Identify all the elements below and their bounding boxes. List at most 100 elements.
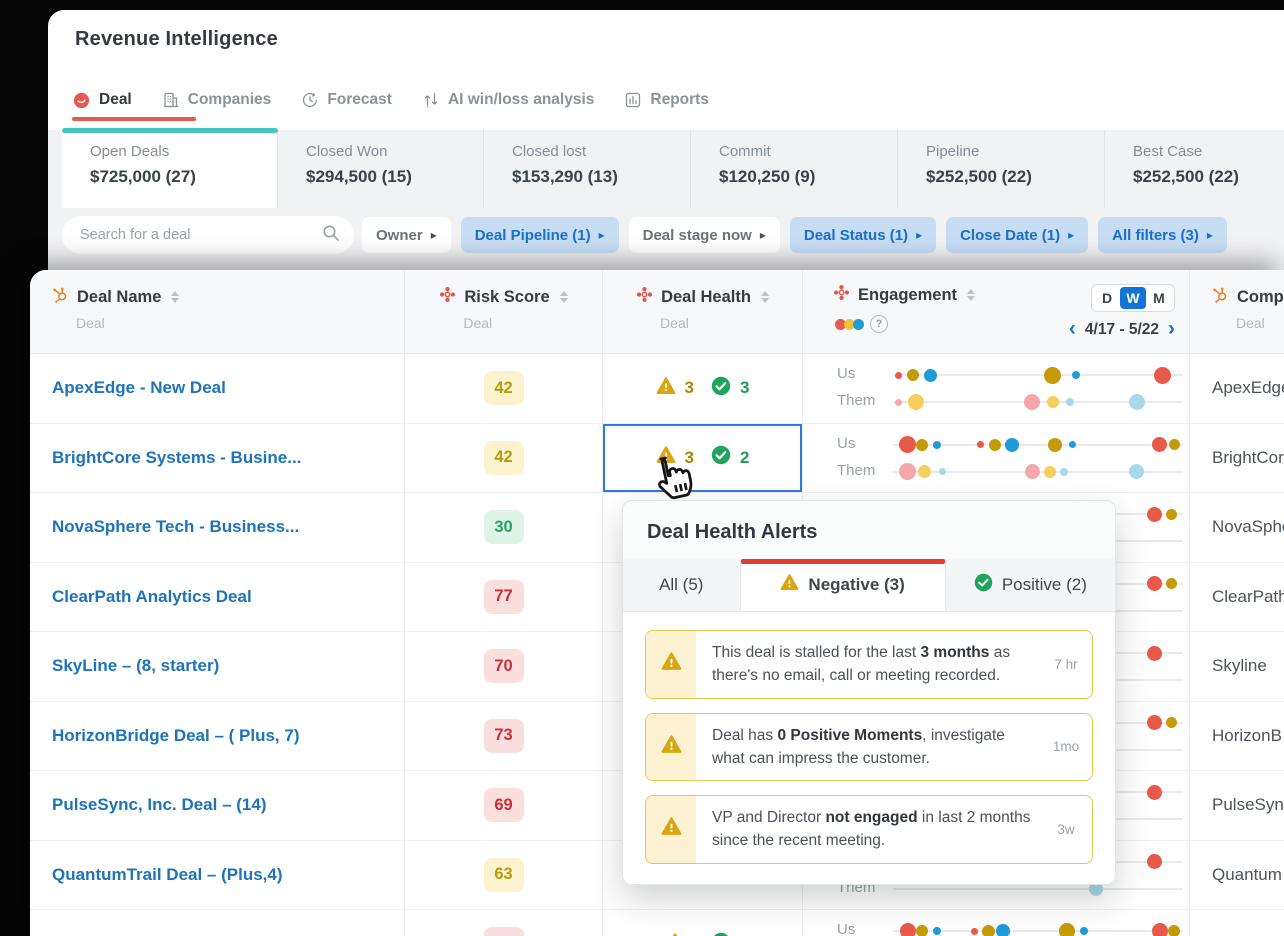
engagement-dot (899, 436, 916, 453)
search-input[interactable]: Search for a deal (62, 216, 354, 254)
deal-name-link[interactable]: ClearPath Analytics Deal (30, 562, 405, 631)
legend-dots (835, 318, 864, 330)
warning-icon (665, 932, 685, 936)
column-title: Company Name (1237, 287, 1284, 306)
company-name-cell: ClearPath (1212, 586, 1284, 606)
column-header-risk-score[interactable]: Risk Score Deal (405, 270, 603, 353)
app-header-card: Revenue Intelligence Deal Companies Foreca… (48, 10, 1284, 270)
engagement-dot (895, 398, 903, 406)
engagement-side-label: Them (837, 461, 876, 479)
popup-tab-positive-2-[interactable]: Positive (2) (945, 559, 1116, 611)
deal-health-cell[interactable]: 32 (603, 423, 803, 492)
engagement-dot (916, 925, 928, 936)
engagement-side-label: Us (837, 365, 856, 382)
filter-chip-close-date-1-[interactable]: Close Date (1) ▸ (946, 217, 1089, 253)
summary-card-open-deals[interactable]: Open Deals $725,000 (27) (62, 130, 277, 208)
sort-icon[interactable] (967, 289, 976, 301)
summary-card-closed-lost[interactable]: Closed lost $153,290 (13) (483, 130, 690, 208)
tab-forecast[interactable]: Forecast (301, 91, 392, 109)
column-header-deal-health[interactable]: Deal Health Deal (603, 270, 803, 353)
summary-card-best-case[interactable]: Best Case $252,500 (22) (1104, 130, 1284, 208)
warning-icon (661, 816, 682, 842)
check-icon (711, 376, 731, 401)
period-w-button[interactable]: W (1120, 287, 1146, 309)
active-summary-card-indicator (62, 128, 278, 133)
column-header-deal-name[interactable]: Deal Name Deal (30, 270, 405, 353)
deal-name-link[interactable]: ApexEdge - New Deal (30, 354, 405, 423)
filter-chip-label: Close Date (1) (960, 226, 1061, 244)
summary-card-pipeline[interactable]: Pipeline $252,500 (22) (897, 130, 1104, 208)
engagement-dot (1069, 441, 1077, 448)
tab-companies[interactable]: Companies (162, 91, 271, 109)
column-subtitle: Deal (76, 315, 105, 331)
period-d-button[interactable]: D (1094, 287, 1120, 309)
next-range-icon[interactable]: › (1168, 318, 1175, 339)
check-icon (711, 932, 731, 936)
alert-message: This deal is stalled for the last 3 mont… (712, 644, 1011, 685)
engagement-dot (1151, 923, 1168, 936)
sort-icon[interactable] (760, 291, 769, 303)
deal-name-link[interactable]: QuantumTrail Deal – (Plus,4) (30, 840, 405, 909)
screen: Revenue Intelligence Deal Companies Foreca… (0, 0, 1284, 936)
summary-card-label: Closed lost (512, 143, 587, 160)
tab-label: Reports (650, 91, 709, 108)
prev-range-icon[interactable]: ‹ (1069, 318, 1076, 339)
tab-reports[interactable]: Reports (624, 91, 709, 109)
warning-icon (661, 651, 682, 677)
company-name-cell: ApexEdge (1212, 378, 1284, 398)
deal-name-link[interactable]: NovaSphere Tech - Business... (30, 493, 405, 562)
popup-tab-all-5-[interactable]: All (5) (623, 559, 741, 611)
search-placeholder: Search for a deal (80, 227, 191, 243)
risk-score-cell: 69 (405, 771, 603, 840)
column-title: Risk Score (464, 287, 550, 306)
engagement-dot (938, 468, 946, 475)
engagement-side-label: Them (837, 392, 876, 409)
summary-card-closed-won[interactable]: Closed Won $294,500 (15) (277, 130, 483, 208)
alert-card[interactable]: VP and Director not engaged in last 2 mo… (645, 795, 1093, 864)
engagement-track (893, 394, 1183, 410)
filter-chip-owner[interactable]: Owner ▸ (362, 217, 451, 253)
company-name-cell: Quantum (1212, 864, 1282, 884)
engagement-dot (976, 441, 984, 448)
deal-name-link[interactable]: HorizonBridge Deal – ( Plus, 7) (30, 701, 405, 770)
alert-card[interactable]: Deal has 0 Positive Moments, investigate… (645, 712, 1093, 781)
popup-tabs: All (5) Negative (3) Positive (2) (623, 559, 1116, 612)
popup-tab-negative-3-[interactable]: Negative (3) (740, 559, 946, 611)
sort-icon[interactable] (559, 291, 568, 303)
summary-card-commit[interactable]: Commit $120,250 (9) (690, 130, 897, 208)
engagement-dot (1146, 506, 1162, 522)
alert-message: VP and Director not engaged in last 2 mo… (712, 809, 1031, 850)
filter-chip-deal-stage-now[interactable]: Deal stage now ▸ (628, 217, 780, 253)
column-header-company[interactable]: Company Name Deal (1190, 270, 1284, 353)
deal-name-link[interactable] (30, 910, 405, 936)
alert-icon-strip (646, 796, 696, 863)
engagement-dot (988, 438, 1001, 451)
help-icon[interactable]: ? (870, 315, 888, 333)
filter-chip-all-filters-3-[interactable]: All filters (3) ▸ (1098, 217, 1227, 253)
engagement-track (893, 436, 1183, 453)
alert-card[interactable]: This deal is stalled for the last 3 mont… (645, 630, 1093, 699)
subheader-zone: Open Deals $725,000 (27) Closed Won $294,50… (48, 128, 1284, 270)
filter-chip-deal-pipeline-1-[interactable]: Deal Pipeline (1) ▸ (460, 217, 619, 253)
engagement-dot (1154, 366, 1172, 384)
summary-card-label: Commit (719, 143, 771, 160)
deal-name-link[interactable]: PulseSync, Inc. Deal – (14) (30, 771, 405, 840)
risk-score-badge: 70 (483, 649, 524, 684)
companies-icon (162, 91, 180, 109)
tab-ai-win-loss-analysis[interactable]: AI win/loss analysis (422, 91, 594, 109)
engagement-dot (1071, 371, 1080, 379)
engagement-dot (1004, 437, 1019, 452)
engagement-dot (932, 440, 941, 449)
deal-health-cell[interactable] (603, 910, 803, 936)
column-header-engagement[interactable]: Engagement ? DWM ‹ 4/17 - 5/22 › (803, 270, 1190, 353)
risk-score-badge: 30 (483, 510, 524, 545)
tab-deal[interactable]: Deal (72, 91, 132, 110)
period-m-button[interactable]: M (1146, 287, 1172, 309)
deal-health-cell[interactable]: 33 (603, 354, 803, 423)
filter-chip-deal-status-1-[interactable]: Deal Status (1) ▸ (789, 217, 937, 253)
risk-score-badge: 42 (483, 440, 524, 475)
sort-icon[interactable] (171, 291, 180, 303)
deal-name-link[interactable]: BrightCore Systems - Busine... (30, 423, 405, 492)
deal-name-link[interactable]: SkyLine – (8, starter) (30, 632, 405, 701)
alert-icon-strip (646, 631, 696, 698)
